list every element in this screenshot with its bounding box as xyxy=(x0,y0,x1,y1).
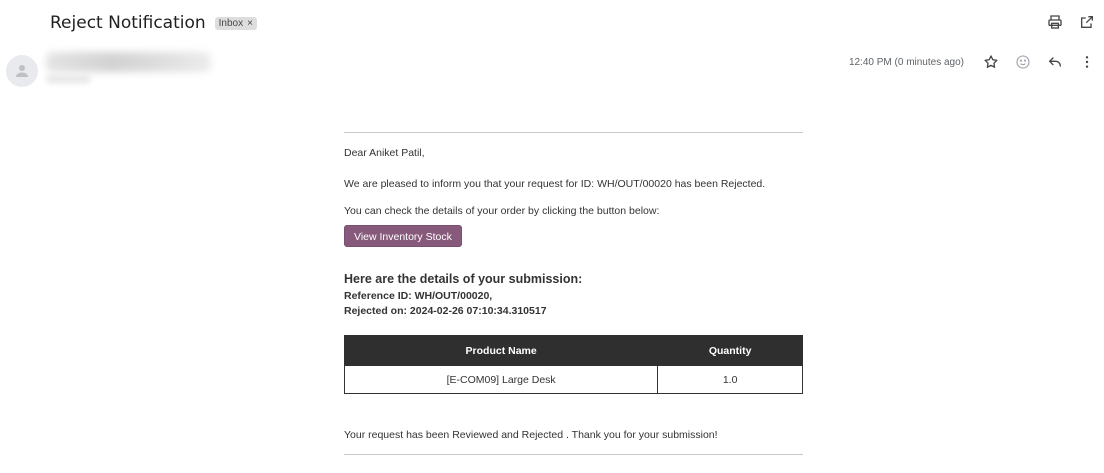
remove-label-button[interactable]: × xyxy=(247,18,253,29)
top-divider xyxy=(344,132,803,133)
view-inventory-stock-button[interactable]: View Inventory Stock xyxy=(344,225,462,247)
table-row: [E-COM09] Large Desk 1.0 xyxy=(343,365,803,394)
cell-product-name: [E-COM09] Large Desk xyxy=(343,365,659,394)
emoji-icon[interactable] xyxy=(1014,53,1032,71)
sender-name-redacted xyxy=(46,52,211,72)
print-icon[interactable] xyxy=(1046,13,1064,31)
email-subject: Reject Notification xyxy=(50,13,206,33)
cell-quantity: 1.0 xyxy=(657,365,803,394)
message-timestamp: 12:40 PM (0 minutes ago) xyxy=(848,56,964,68)
email-body: Dear Aniket Patil, We are pleased to inf… xyxy=(343,132,803,455)
header-actions xyxy=(1046,13,1096,31)
person-icon xyxy=(16,65,28,77)
sender-detail-redacted xyxy=(46,75,91,83)
more-vertical-icon[interactable] xyxy=(1078,53,1096,71)
inbox-label-text: Inbox xyxy=(218,18,244,29)
open-in-new-window-icon[interactable] xyxy=(1078,13,1096,31)
message-meta: 12:40 PM (0 minutes ago) xyxy=(849,53,1096,71)
bottom-divider xyxy=(344,454,803,455)
greeting: Dear Aniket Patil, xyxy=(344,147,425,159)
reply-icon[interactable] xyxy=(1046,53,1064,71)
submission-table: Product Name Quantity [E-COM09] Large De… xyxy=(343,335,803,394)
column-header-quantity: Quantity xyxy=(657,335,803,366)
inbox-label-chip[interactable]: Inbox × xyxy=(214,17,257,30)
subject-row: Reject Notification Inbox × xyxy=(50,10,257,36)
reference-id: Reference ID: WH/OUT/00020, xyxy=(344,290,493,302)
email-view: Reject Notification Inbox × 12:40 PM (0 … xyxy=(0,0,1104,473)
sender-avatar[interactable] xyxy=(6,55,38,87)
closing-text: Your request has been Reviewed and Rejec… xyxy=(344,429,718,441)
table-header-row: Product Name Quantity xyxy=(343,335,803,366)
rejected-on: Rejected on: 2024-02-26 07:10:34.310517 xyxy=(344,305,547,317)
star-icon[interactable] xyxy=(982,53,1000,71)
instruction-text: You can check the details of your order … xyxy=(344,205,660,217)
message-text: We are pleased to inform you that your r… xyxy=(344,178,766,190)
column-header-product-name: Product Name xyxy=(343,335,659,366)
details-heading: Here are the details of your submission: xyxy=(344,272,583,286)
